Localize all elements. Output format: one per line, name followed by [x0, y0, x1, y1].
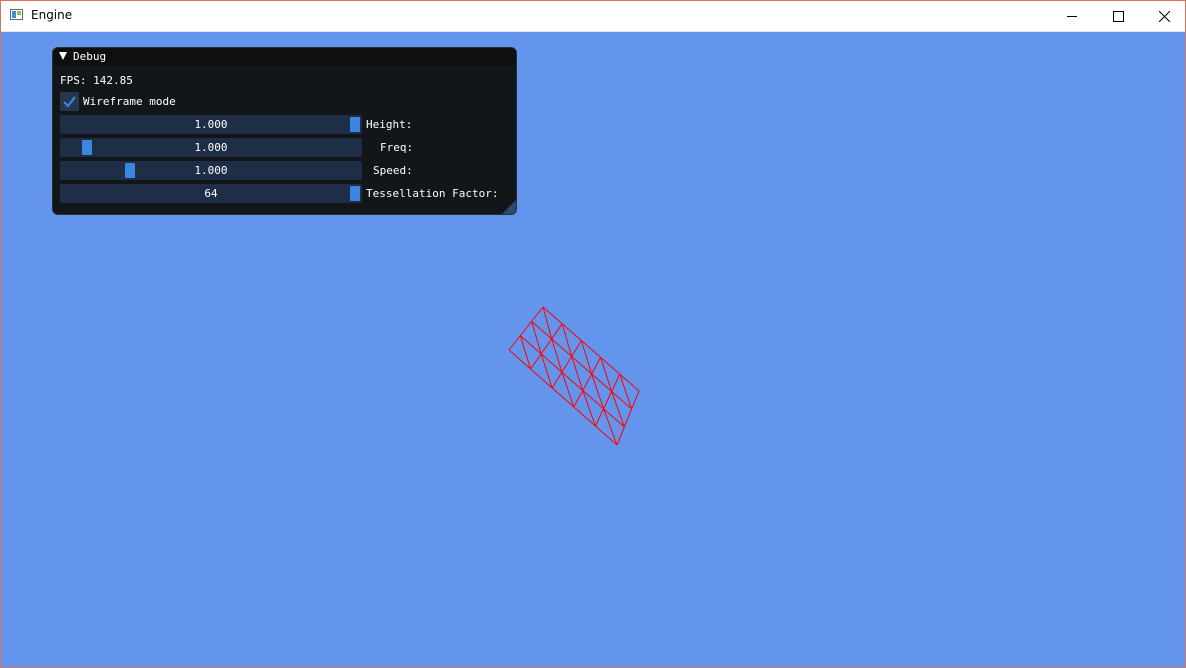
mesh-edge [551, 340, 582, 389]
mesh-edge [530, 323, 563, 370]
mesh-edge [508, 349, 618, 446]
mesh-edge [542, 306, 640, 392]
resize-grip-icon[interactable] [502, 200, 516, 214]
triangle-down-icon[interactable] [59, 52, 67, 60]
speed-slider-value: 1.000 [194, 164, 228, 177]
debug-window-title: Debug [73, 50, 107, 63]
debug-window-header[interactable]: Debug [53, 48, 516, 66]
mesh-edge [531, 320, 632, 410]
mesh-edge [542, 306, 553, 339]
speed-slider[interactable]: 1.000 [60, 161, 362, 180]
freq-slider-value: 1.000 [194, 141, 228, 154]
tessellation-label: Tessellation Factor: [366, 187, 499, 200]
mesh-edge [561, 323, 573, 357]
speed-label: Speed: [373, 164, 413, 177]
wireframe-checkbox[interactable] [60, 92, 79, 111]
freq-label: Freq: [380, 141, 414, 154]
debug-window[interactable]: Debug FPS: 142.85 Wireframe mode 1.000 H… [52, 47, 517, 215]
checkmark-icon [63, 96, 76, 108]
wireframe-checkbox-label[interactable]: Wireframe mode [83, 95, 176, 108]
height-label: Height: [366, 118, 413, 131]
tessellation-slider-value: 64 [204, 187, 218, 200]
tessellation-slider[interactable]: 64 [60, 184, 362, 203]
fps-readout: FPS: 142.85 [60, 74, 133, 87]
mesh-edge [531, 321, 542, 355]
height-slider-value: 1.000 [194, 118, 228, 131]
mesh-edge [594, 373, 621, 427]
mesh-edge [573, 357, 602, 408]
height-slider[interactable]: 1.000 [60, 115, 362, 134]
freq-slider[interactable]: 1.000 [60, 138, 362, 157]
